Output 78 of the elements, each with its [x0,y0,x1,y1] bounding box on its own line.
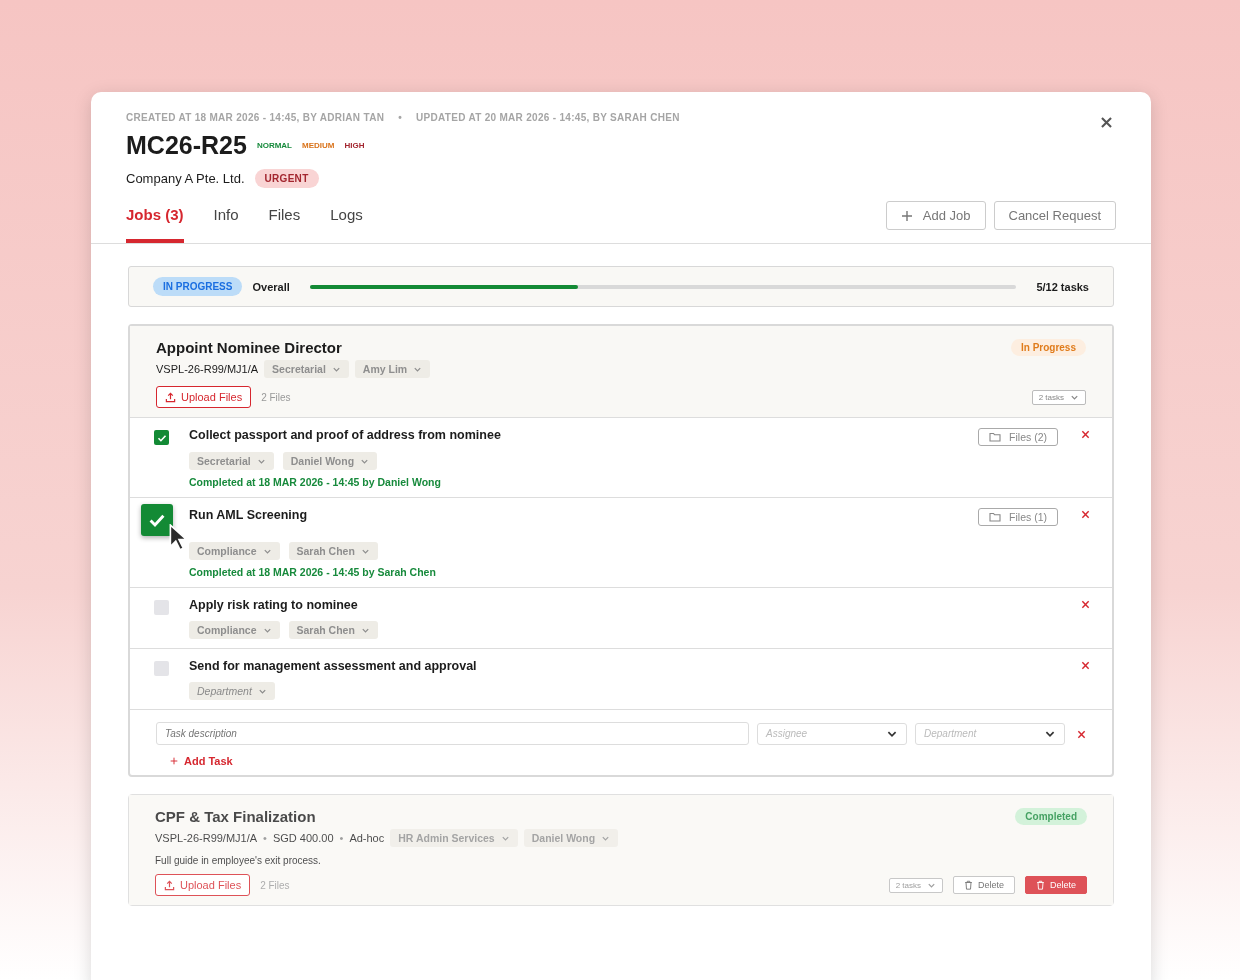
completion-note: Completed at 18 MAR 2026 - 14:45 by Daniel Wong [189,476,442,488]
job-description: Full guide in employee's exit process. [155,855,322,866]
tag-dropdown[interactable]: Department [189,682,275,700]
separator-dot: • [339,832,344,844]
company-name: Company A Pte. Ltd. [126,171,245,186]
checkbox[interactable] [141,504,173,536]
job-title: CPF & Tax Finalization [155,808,317,825]
status-pill: IN PROGRESS [153,277,243,296]
checkbox[interactable] [154,600,169,615]
department-select[interactable]: Department [915,722,1065,745]
remove-icon[interactable] [1081,661,1090,670]
cancel-request-button[interactable]: Cancel Request [993,201,1116,230]
assignee-select[interactable]: Assignee [757,722,907,745]
remove-icon[interactable] [1077,730,1086,739]
upload-files-button[interactable]: Upload Files [156,386,252,408]
delete-button[interactable]: Delete [1025,876,1087,894]
priority-label: MEDIUM [302,141,335,150]
remove-icon[interactable] [1081,600,1090,609]
checkbox[interactable] [154,430,169,445]
tag-dropdown[interactable]: Daniel Wong [523,829,619,847]
status-pill: In Progress [1010,339,1086,356]
priority-label: NORMAL [256,141,292,150]
tab[interactable]: Info [213,202,239,243]
tasks-toggle[interactable]: 2 tasks [1031,389,1086,405]
tab[interactable]: Jobs (3) [126,202,184,243]
files-button[interactable]: Files (2) [978,428,1058,446]
plus-icon [900,209,913,222]
tag-dropdown[interactable]: Sarah Chen [288,542,378,560]
folder-icon [989,512,1002,522]
tag-dropdown[interactable]: HR Admin Services [390,829,518,847]
upload-files-button[interactable]: Upload Files [155,874,251,896]
tag-dropdown[interactable]: Daniel Wong [282,452,378,470]
folder-icon [989,432,1002,442]
tag-dropdown[interactable]: Compliance [189,621,280,639]
plus-icon [170,757,178,765]
tag-dropdown[interactable]: Compliance [189,542,280,560]
tag-dropdown[interactable]: Secretarial [189,452,274,470]
remove-icon[interactable] [1081,510,1090,519]
delete-button[interactable]: Delete [952,876,1015,894]
tasks-toggle[interactable]: 2 tasks [888,877,943,893]
urgency-badge: URGENT [254,169,319,188]
add-job-button[interactable]: Add Job [885,201,986,230]
job-meta: SGD 400.00 [272,832,334,844]
files-button[interactable]: Files (1) [978,508,1058,526]
trash-icon [1036,880,1045,890]
separator-dot: • [398,112,402,123]
request-title: MC26-R25 [126,131,247,160]
job-meta: Ad-hoc [349,832,385,844]
trash-icon [963,880,973,890]
remove-icon[interactable] [1081,430,1090,439]
file-count: 2 Files [260,879,290,891]
close-icon[interactable] [1100,116,1113,129]
updated-info: UPDATED AT 20 MAR 2026 - 14:45, BY SARAH CHEN [416,112,680,123]
task-description-field[interactable]: Task description [156,722,749,745]
priority-label: HIGH [344,141,365,150]
file-count: 2 Files [261,391,291,403]
job-meta: VSPL-26-R99/MJ1/A [155,832,258,844]
task-count: 5/12 tasks [1036,280,1089,293]
tab[interactable]: Files [268,202,301,243]
job-meta: VSPL-26-R99/MJ1/A [156,363,259,375]
tag-dropdown[interactable]: Secretarial [264,360,349,378]
tag-dropdown[interactable]: Amy Lim [354,360,431,378]
separator-dot: • [263,832,267,844]
created-info: CREATED AT 18 MAR 2026 - 14:45, BY ADRIAN TAN [126,112,385,123]
progress-label: Overall [252,280,290,293]
tag-dropdown[interactable]: Sarah Chen [288,621,378,639]
tab[interactable]: Logs [330,202,363,243]
task-title: Apply risk rating to nominee [189,598,359,614]
checkbox[interactable] [154,661,169,676]
status-pill: Completed [1015,808,1087,825]
task-title: Send for management assessment and approval [189,659,478,675]
task-title: Run AML Screening [189,508,309,524]
add-task-button[interactable]: Add Task [156,755,247,767]
job-title: Appoint Nominee Director [156,339,343,356]
task-title: Collect passport and proof of address from nominee [189,428,502,444]
completion-note: Completed at 18 MAR 2026 - 14:45 by Sarah Chen [189,566,437,578]
upload-icon [165,391,176,403]
upload-icon [164,879,175,891]
